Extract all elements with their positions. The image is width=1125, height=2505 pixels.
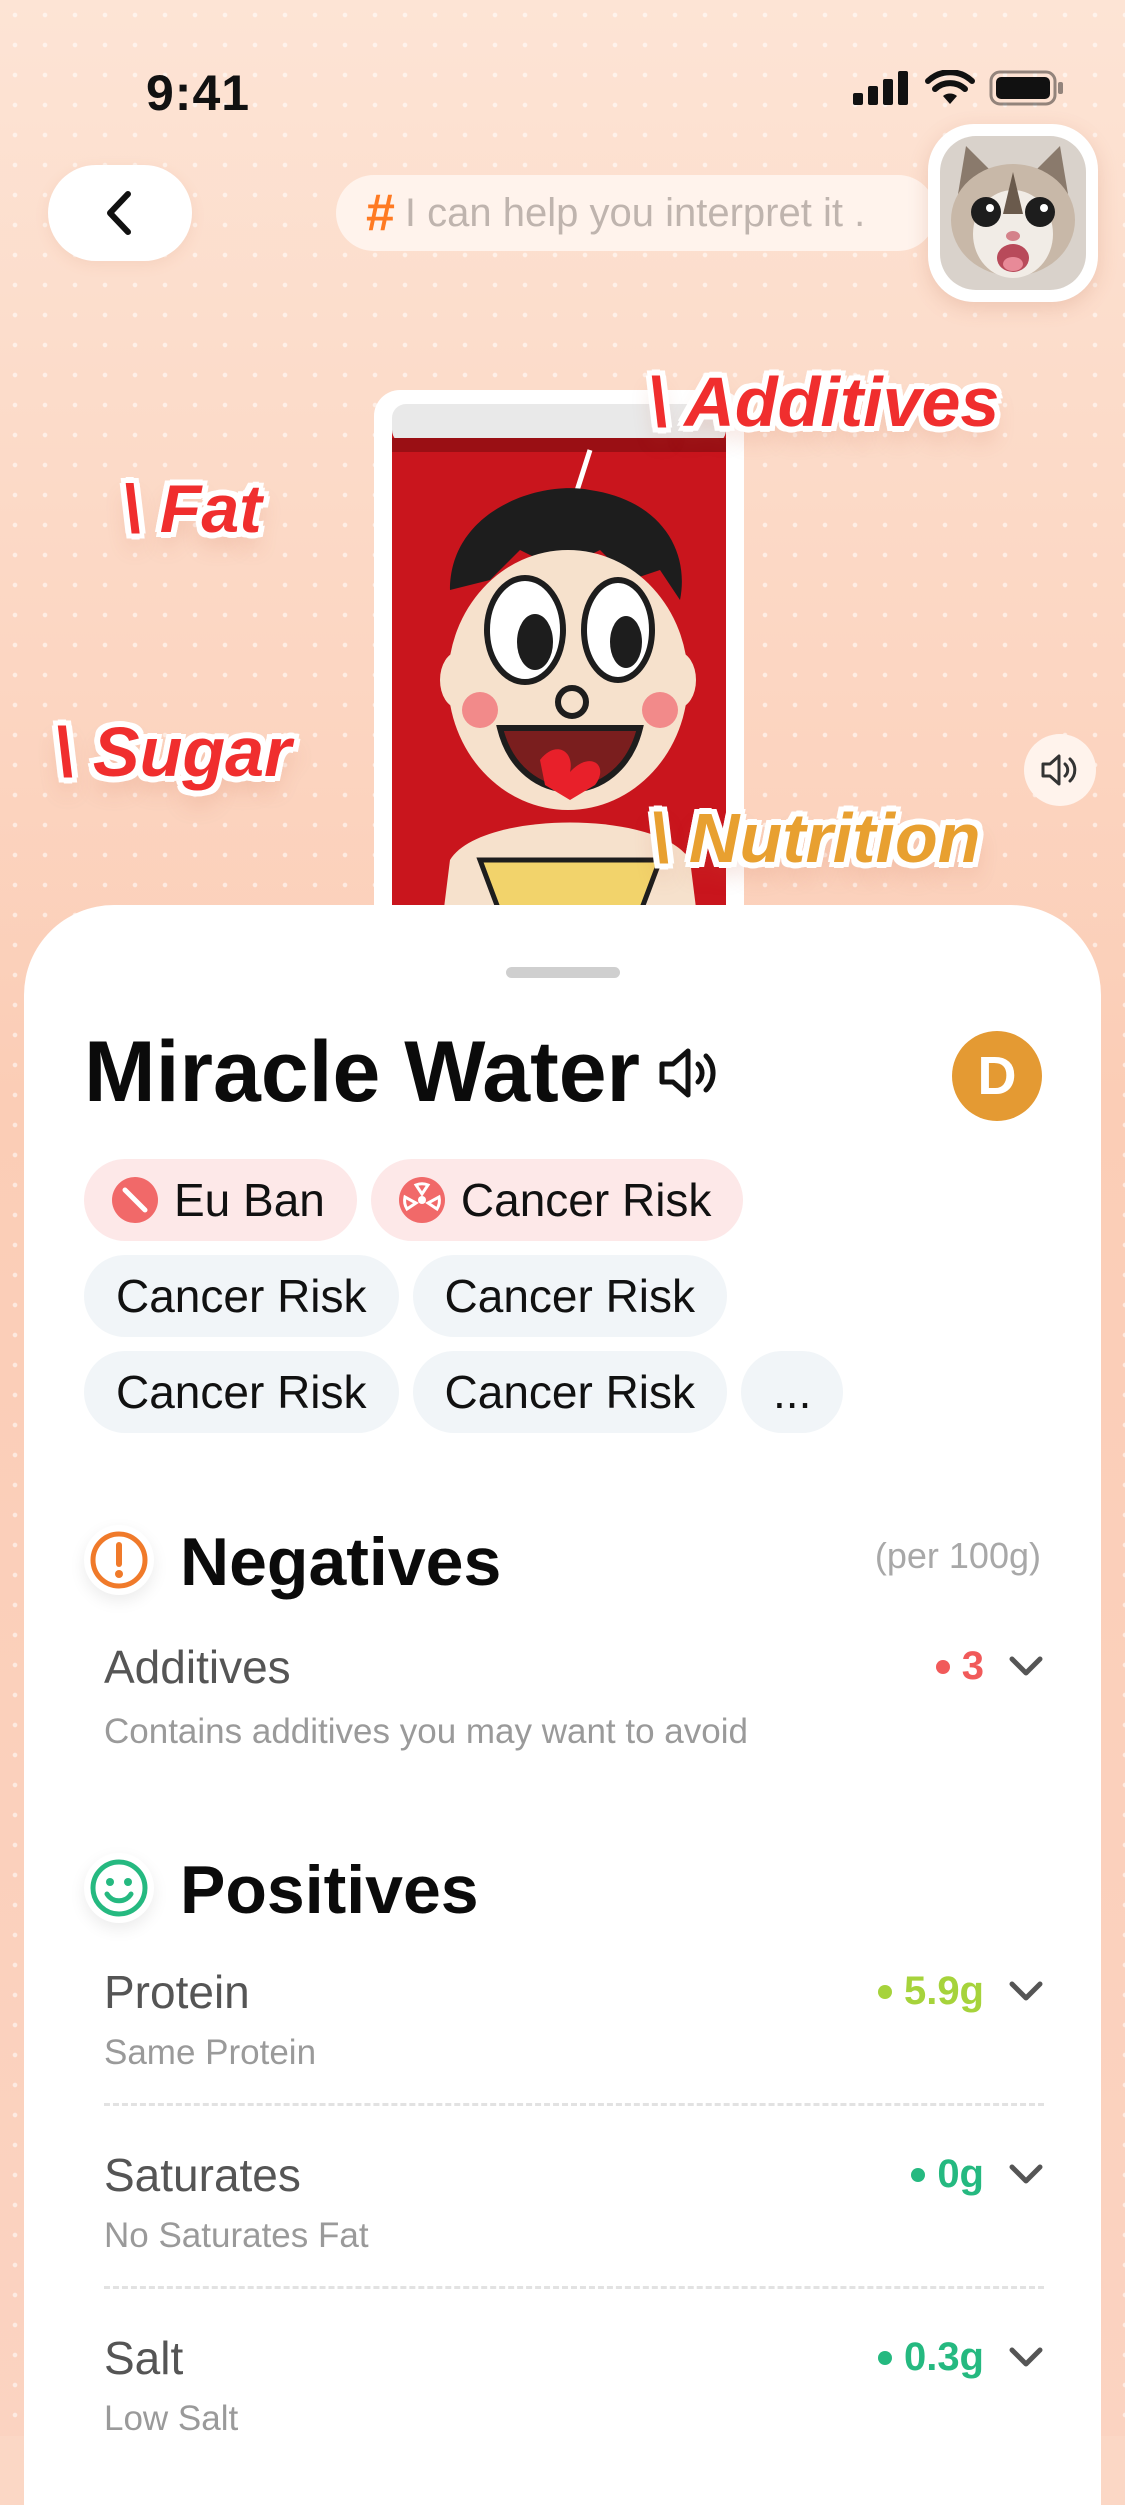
status-dot bbox=[877, 1984, 892, 1999]
product-title: Miracle Water bbox=[84, 1024, 641, 1120]
positives-section-icon bbox=[84, 1853, 154, 1923]
nutrient-name: Saturates bbox=[104, 2149, 301, 2201]
risk-chip[interactable]: Cancer Risk bbox=[412, 1351, 728, 1433]
nutrient-row-additives[interactable]: Additives Contains additives you may wan… bbox=[104, 1640, 1044, 1760]
speaker-button[interactable] bbox=[1024, 734, 1096, 806]
hazard-icon bbox=[398, 1177, 445, 1223]
negatives-section-icon bbox=[84, 1525, 154, 1595]
speaker-icon bbox=[1041, 754, 1077, 786]
sheet-drag-handle[interactable] bbox=[506, 967, 620, 978]
risk-chip-label: Cancer Risk bbox=[444, 1366, 696, 1418]
nutrient-value-text: 5.9g bbox=[903, 1969, 984, 2013]
nutrient-name: Protein bbox=[104, 1966, 250, 2018]
back-button[interactable] bbox=[48, 165, 192, 261]
tag-fat: \ Fat bbox=[122, 471, 262, 547]
chevron-down-icon[interactable] bbox=[1008, 2162, 1044, 2186]
status-dot bbox=[911, 2167, 926, 2182]
nutrient-description: Contains additives you may want to avoid bbox=[104, 1712, 748, 1751]
wifi-icon bbox=[925, 70, 975, 104]
tag-nutrition: \ Nutrition bbox=[650, 799, 981, 877]
smile-icon bbox=[90, 1859, 148, 1917]
tag-sugar: \ Sugar bbox=[54, 713, 292, 791]
risk-tags: Eu Ban Cancer Risk Cancer Risk Cancer Ri… bbox=[84, 1159, 984, 1433]
title-speaker-button[interactable] bbox=[658, 1045, 728, 1106]
nutrient-value-text: 0g bbox=[937, 2152, 984, 2196]
chevron-down-icon[interactable] bbox=[1008, 1979, 1044, 2003]
risk-chip[interactable]: Cancer Risk bbox=[84, 1255, 399, 1337]
tag-additives: \ Additives bbox=[648, 363, 1000, 441]
more-tags-label: ... bbox=[773, 1366, 812, 1418]
nutrient-name: Salt bbox=[104, 2332, 184, 2384]
row-divider bbox=[104, 2286, 1044, 2289]
per-unit-label: (per 100g) bbox=[874, 1535, 1041, 1576]
nutrient-row-protein[interactable]: Protein Same Protein 5.9g bbox=[104, 1965, 1044, 2075]
ai-assistant-prompt[interactable]: # I can help you interpret it . bbox=[336, 175, 936, 251]
status-dot bbox=[935, 1659, 950, 1674]
risk-chip-label: Cancer Risk bbox=[444, 1270, 696, 1322]
speaker-icon bbox=[659, 1048, 716, 1098]
nutrient-description: Same Protein bbox=[104, 2033, 317, 2072]
risk-chip[interactable]: Cancer Risk bbox=[84, 1351, 399, 1433]
nutrient-value-text: 3 bbox=[961, 1644, 984, 1688]
risk-chip-label: Cancer Risk bbox=[116, 1366, 367, 1418]
status-icons bbox=[853, 70, 1065, 106]
negatives-section-title: Negatives bbox=[180, 1524, 502, 1600]
assistant-avatar[interactable] bbox=[928, 124, 1098, 302]
chevron-left-icon bbox=[107, 191, 131, 235]
nutrient-row-saturates[interactable]: Saturates No Saturates Fat 0g bbox=[104, 2148, 1044, 2258]
row-divider bbox=[104, 2103, 1044, 2106]
chevron-down-icon[interactable] bbox=[1008, 1654, 1044, 1678]
ban-icon bbox=[112, 1177, 158, 1223]
nutrient-value: 3 bbox=[935, 1644, 984, 1689]
more-tags-button[interactable]: ... bbox=[741, 1351, 844, 1433]
risk-chip-label: Cancer Risk bbox=[116, 1270, 367, 1322]
status-dot bbox=[877, 2350, 892, 2365]
nutrient-description: Low Salt bbox=[104, 2399, 239, 2438]
positives-section-title: Positives bbox=[180, 1852, 479, 1928]
nutrient-name: Additives bbox=[104, 1641, 291, 1693]
risk-chip-label: Cancer Risk bbox=[460, 1174, 712, 1226]
nutrient-value: 0g bbox=[911, 2152, 984, 2197]
nutrient-value: 0.3g bbox=[877, 2335, 984, 2380]
ai-assistant-text: I can help you interpret it . bbox=[404, 190, 866, 235]
risk-chip[interactable]: Cancer Risk bbox=[370, 1159, 744, 1241]
warning-icon bbox=[90, 1531, 148, 1589]
chevron-down-icon[interactable] bbox=[1008, 2345, 1044, 2369]
product-detail-sheet: Miracle Water D Eu Ban Cancer Risk Cance… bbox=[24, 905, 1101, 2505]
nutrient-row-salt[interactable]: Salt Low Salt 0.3g bbox=[104, 2331, 1044, 2441]
nutrient-value: 5.9g bbox=[877, 1969, 984, 2014]
status-time: 9:41 bbox=[146, 65, 251, 121]
nutrition-grade-badge: D bbox=[952, 1031, 1042, 1121]
nutrient-description: No Saturates Fat bbox=[104, 2216, 369, 2255]
risk-chip-label: Eu Ban bbox=[174, 1174, 325, 1226]
nutrient-value-text: 0.3g bbox=[903, 2335, 984, 2379]
hash-icon: # bbox=[366, 184, 395, 242]
cellular-signal-icon bbox=[853, 71, 908, 105]
battery-icon bbox=[989, 70, 1063, 106]
risk-chip[interactable]: Cancer Risk bbox=[412, 1255, 728, 1337]
risk-chip[interactable]: Eu Ban bbox=[84, 1159, 357, 1241]
cat-avatar-image bbox=[940, 136, 1086, 290]
